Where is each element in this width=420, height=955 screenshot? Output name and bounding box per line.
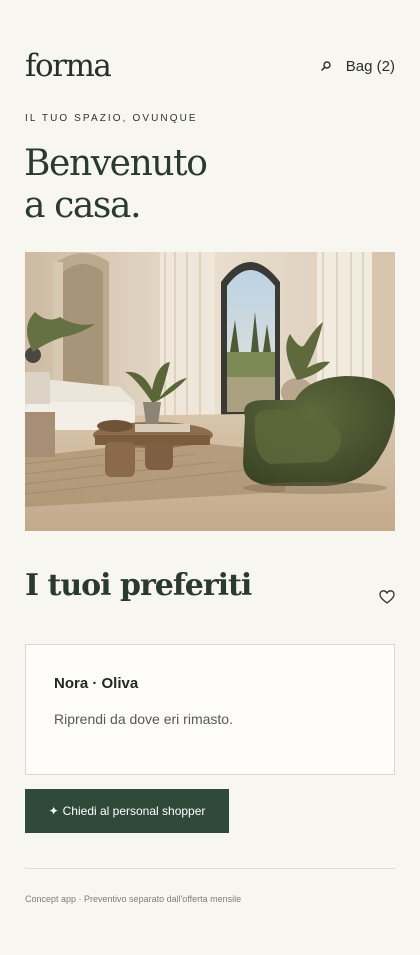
logo[interactable]: forma xyxy=(25,48,112,84)
search-icon[interactable] xyxy=(320,60,332,72)
footer-note: Concept app · Preventivo separato dall'o… xyxy=(25,894,242,904)
hero-eyebrow: IL TUO SPAZIO, OVUNQUE xyxy=(25,113,198,124)
header: forma Bag (2) xyxy=(25,46,395,86)
header-actions: Bag (2) xyxy=(320,58,395,75)
divider xyxy=(25,868,395,869)
favorites-title: I tuoi preferiti xyxy=(25,568,252,603)
hero-title-line-1: Benvenuto xyxy=(24,143,208,184)
hero-image xyxy=(25,252,395,531)
heart-icon[interactable] xyxy=(378,588,396,606)
living-room-illustration xyxy=(25,252,395,531)
favorite-card[interactable]: Nora · Oliva Riprendi da dove eri rimast… xyxy=(25,644,395,775)
sparkle-icon: ✦ xyxy=(48,804,59,818)
hero-title-line-2: a casa. xyxy=(24,185,142,226)
hero-title: Benvenuto a casa. xyxy=(24,143,324,227)
bag-button[interactable]: Bag (2) xyxy=(346,58,395,75)
personal-shopper-button[interactable]: ✦ Chiedi al personal shopper xyxy=(25,789,229,833)
personal-shopper-label: Chiedi al personal shopper xyxy=(62,804,206,818)
favorite-card-text: Riprendi da dove eri rimasto. xyxy=(54,711,233,727)
favorite-card-name: Nora · Oliva xyxy=(54,675,139,692)
